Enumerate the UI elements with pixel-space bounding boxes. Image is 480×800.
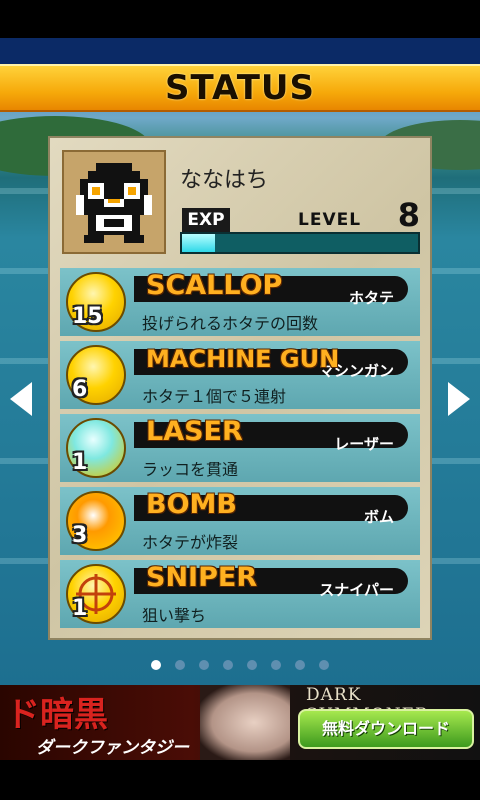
ad-headline: ド暗黒	[6, 695, 108, 735]
skill-count: 15	[72, 304, 103, 329]
skill-jp-name: スナイパー	[319, 581, 394, 599]
skill-description: 投げられるホタテの回数	[142, 314, 319, 333]
otter-avatar-icon	[76, 163, 152, 243]
exp-label: EXP	[182, 208, 230, 232]
ad-download-button[interactable]: 無料ダウンロード	[298, 709, 474, 749]
skill-count: 1	[72, 450, 88, 475]
skill-count: 1	[72, 596, 88, 621]
skill-jp-name: ボム	[363, 508, 394, 526]
page-dot[interactable]	[295, 660, 305, 670]
page-dot[interactable]	[151, 660, 161, 670]
page-dot[interactable]	[319, 660, 329, 670]
page-indicator	[0, 660, 480, 672]
skill-name: SCALLOP	[146, 270, 283, 301]
skill-name: BOMB	[146, 489, 237, 520]
player-name: ななはち	[180, 168, 269, 193]
page-dot[interactable]	[271, 660, 281, 670]
ad-subline: ダークファンタジー	[36, 738, 189, 758]
skill-description: 狙い撃ち	[142, 606, 207, 625]
page-dot[interactable]	[247, 660, 257, 670]
skill-row-laser[interactable]: 1 レーザー LASER ラッコを貫通	[60, 414, 420, 482]
skill-row-sniper[interactable]: 1 スナイパー SNIPER 狙い撃ち	[60, 560, 420, 628]
level-label: LEVEL	[298, 210, 362, 230]
skill-count: 6	[72, 377, 88, 402]
skill-description: ホタテが炸裂	[142, 533, 239, 552]
exp-bar	[180, 232, 420, 254]
skill-name: MACHINE GUN	[146, 345, 340, 373]
page-title: STATUS	[164, 68, 315, 108]
ad-banner[interactable]: ド暗黒 ダークファンタジー DARK SUMMONER 無料ダウンロード	[0, 685, 480, 760]
skill-description: ホタテ１個で５連射	[142, 387, 287, 406]
skill-row-machine-gun[interactable]: 6 マシンガン MACHINE GUN ホタテ１個で５連射	[60, 341, 420, 409]
level-value: 8	[397, 196, 420, 234]
skill-name: LASER	[146, 416, 243, 447]
skill-jp-name: レーザー	[334, 435, 394, 453]
skill-row-scallop[interactable]: 15 ホタテ SCALLOP 投げられるホタテの回数	[60, 268, 420, 336]
system-nav-bar	[0, 760, 480, 800]
system-status-bar	[0, 0, 480, 38]
prev-page-arrow-icon[interactable]	[10, 382, 32, 416]
page-dot[interactable]	[175, 660, 185, 670]
skill-name: SNIPER	[146, 562, 258, 593]
skill-jp-name: ホタテ	[348, 289, 394, 307]
skill-row-bomb[interactable]: 3 ボム BOMB ホタテが炸裂	[60, 487, 420, 555]
page-dot[interactable]	[199, 660, 209, 670]
exp-bar-fill	[182, 234, 216, 252]
ad-character-image	[200, 685, 290, 760]
next-page-arrow-icon[interactable]	[448, 382, 470, 416]
page-dot[interactable]	[223, 660, 233, 670]
skill-description: ラッコを貫通	[142, 460, 239, 479]
skill-count: 3	[72, 523, 88, 548]
